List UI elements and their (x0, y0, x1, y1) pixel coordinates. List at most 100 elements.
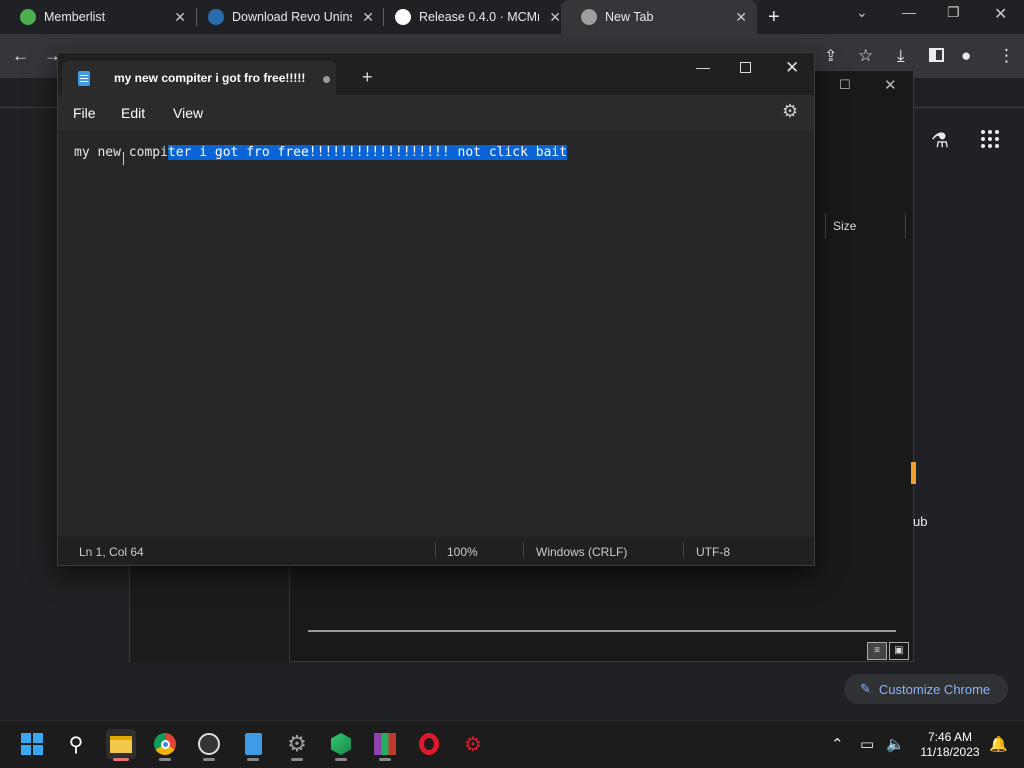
running-indicator (159, 758, 171, 761)
tab-label: Memberlist (44, 10, 106, 24)
network-icon[interactable]: ▭ (860, 735, 874, 753)
status-divider (435, 542, 436, 558)
unselected-text: my new compi (74, 145, 168, 160)
bookmark-star-icon[interactable]: ☆ (858, 46, 873, 66)
zoom-level: 100% (447, 545, 478, 559)
system-clock[interactable]: 7:46 AM 11/18/2023 (915, 730, 985, 760)
github-icon (395, 9, 411, 25)
notepad-document-tab[interactable]: my new compiter i got fro free!!!!! (62, 61, 336, 95)
file-explorer-icon (110, 735, 132, 753)
unsaved-dot-icon[interactable] (323, 76, 330, 83)
tab-label: New Tab (605, 10, 654, 24)
share-icon[interactable]: ⇪ (824, 46, 837, 66)
close-button[interactable]: ✕ (785, 58, 799, 78)
chrome-tab-strip: Memberlist ✕ Download Revo Unins ✕ Relea… (0, 0, 1024, 34)
download-icon[interactable]: ⤓ (897, 46, 905, 66)
menu-edit[interactable]: Edit (121, 105, 145, 121)
3d-cube-icon (331, 733, 351, 755)
taskbar-settings[interactable]: ⚙ (282, 729, 312, 761)
more-menu-icon[interactable]: ⋮ (998, 46, 1015, 66)
maximize-button[interactable] (740, 62, 751, 73)
line-ending: Windows (CRLF) (536, 545, 628, 559)
notepad-app-icon (78, 70, 90, 86)
side-panel-icon[interactable] (929, 48, 944, 62)
notepad-icon (244, 733, 262, 755)
ibeam-cursor-icon (123, 152, 124, 165)
encoding: UTF-8 (696, 545, 730, 559)
search-button[interactable]: ⚲ (61, 729, 91, 759)
large-icons-view-icon[interactable]: ▣ (889, 642, 909, 660)
taskbar-3d-app[interactable] (326, 729, 356, 761)
search-icon: ⚲ (68, 733, 84, 756)
tab-search-dropdown-icon[interactable]: ⌄ (856, 4, 868, 21)
taskbar-chrome[interactable] (150, 729, 180, 761)
notepad-new-tab-button[interactable]: + (362, 67, 373, 88)
red-gear-icon: ⚙ (464, 733, 482, 756)
tab-label: Download Revo Unins (232, 10, 352, 24)
tab-download-revo[interactable]: Download Revo Unins ✕ (188, 0, 384, 34)
status-divider (683, 542, 684, 558)
taskbar-obs[interactable] (194, 729, 224, 761)
shortcut-tile-icon[interactable] (911, 462, 916, 484)
windows-taskbar: ⚲ ⚙ ⚙ ⌃ ▭ 🔈 7:46 AM 11/18/2023 🔔 (0, 720, 1024, 768)
status-divider (523, 542, 524, 558)
tab-close-icon[interactable]: ✕ (174, 9, 186, 26)
new-tab-button[interactable]: + (768, 6, 780, 29)
revo-icon (208, 9, 224, 25)
details-view-icon[interactable]: ≡ (867, 642, 887, 660)
notification-bell-icon[interactable]: 🔔 (989, 735, 1008, 753)
running-indicator (203, 758, 215, 761)
close-button[interactable]: ✕ (994, 4, 1007, 24)
menu-view[interactable]: View (173, 105, 203, 121)
volume-icon[interactable]: 🔈 (886, 735, 905, 753)
opera-icon (419, 733, 439, 755)
taskbar-file-explorer[interactable] (106, 729, 136, 761)
tab-close-icon[interactable]: ✕ (735, 9, 747, 26)
minimize-button[interactable]: — (902, 4, 916, 20)
restore-button[interactable]: ❐ (947, 4, 960, 21)
start-button[interactable] (17, 729, 47, 759)
running-indicator (379, 758, 391, 761)
text-editor-area[interactable]: my new compiter i got fro free!!!!!!!!!!… (58, 131, 814, 537)
clock-date: 11/18/2023 (920, 745, 980, 759)
document-title: my new compiter i got fro free!!!!! (114, 71, 306, 85)
profile-icon[interactable]: ● (961, 46, 971, 66)
show-hidden-icons-chevron-icon[interactable]: ⌃ (831, 735, 844, 753)
settings-gear-icon[interactable]: ⚙ (782, 101, 798, 122)
winrar-icon (374, 733, 396, 755)
customize-chrome-label: Customize Chrome (878, 681, 991, 697)
notepad-window: my new compiter i got fro free!!!!! + — … (57, 52, 815, 566)
back-icon[interactable]: ← (12, 46, 29, 66)
running-indicator (113, 758, 129, 761)
google-apps-icon[interactable] (981, 130, 999, 148)
notepad-status-bar: Ln 1, Col 64 100% Windows (CRLF) UTF-8 (58, 537, 814, 565)
tab-new-tab[interactable]: New Tab ✕ (561, 0, 757, 34)
taskbar-opera[interactable] (414, 729, 444, 759)
tab-memberlist[interactable]: Memberlist ✕ (0, 0, 196, 34)
selected-text: ter i got fro free!!!!!!!!!!!!!!!!!! not… (167, 145, 568, 160)
globe-icon (20, 9, 36, 25)
view-toggle: ≡ ▣ (867, 642, 909, 660)
settings-icon: ⚙ (287, 731, 307, 756)
taskbar-red-app[interactable]: ⚙ (458, 729, 488, 759)
customize-chrome-button[interactable]: ✎ Customize Chrome (844, 674, 1008, 704)
labs-flask-icon[interactable]: ⚗ (931, 128, 949, 153)
taskbar-winrar[interactable] (370, 729, 400, 761)
chrome-logo-icon (581, 9, 597, 25)
size-column-header[interactable]: Size (825, 213, 906, 238)
document-text[interactable]: my new compiter i got fro free!!!!!!!!!!… (74, 145, 568, 160)
pencil-icon: ✎ (860, 681, 871, 696)
close-icon[interactable]: ✕ (884, 76, 897, 94)
maximize-icon[interactable]: ☐ (839, 77, 851, 93)
horizontal-scrollbar[interactable] (308, 630, 896, 632)
tab-release-github[interactable]: Release 0.4.0 · MCMrA ✕ (375, 0, 571, 34)
menu-file[interactable]: File (73, 105, 96, 121)
taskbar-notepad[interactable] (238, 729, 268, 761)
minimize-button[interactable]: — (696, 59, 710, 75)
obs-icon (198, 733, 220, 755)
running-indicator (247, 758, 259, 761)
tab-close-icon[interactable]: ✕ (362, 9, 374, 26)
notepad-menubar: File Edit View ⚙ (58, 95, 814, 131)
tab-close-icon[interactable]: ✕ (549, 9, 561, 26)
cursor-position: Ln 1, Col 64 (79, 545, 144, 559)
